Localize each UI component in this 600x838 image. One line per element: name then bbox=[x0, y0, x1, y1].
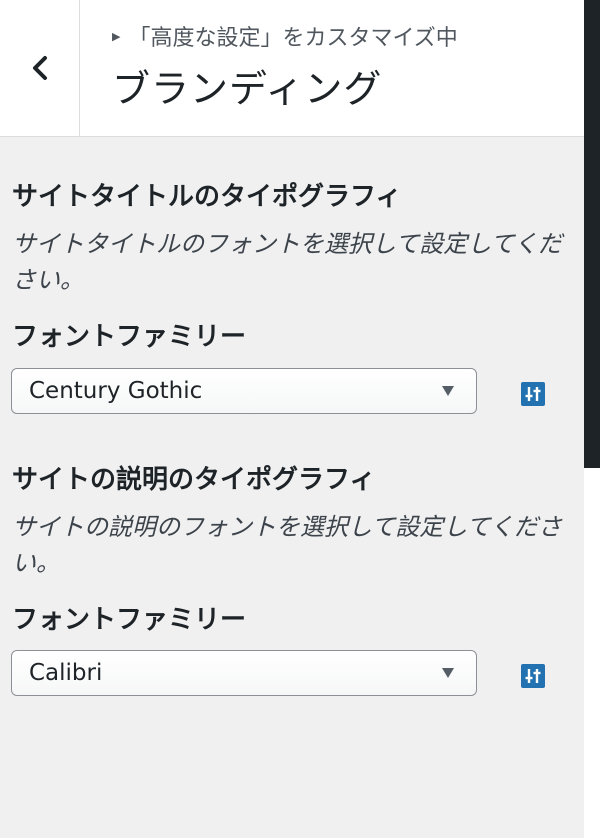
site-description-typography-heading: サイトの説明のタイポグラフィ bbox=[12, 465, 376, 495]
site-description-typography-description: サイトの説明のフォントを選択して設定してください。 bbox=[12, 513, 562, 577]
site-description-font-select[interactable]: Calibri bbox=[11, 650, 477, 696]
breadcrumb-text: 「高度な設定」をカスタマイズ中 bbox=[128, 26, 458, 51]
font-settings-toggle-icon[interactable] bbox=[520, 663, 546, 689]
font-family-label: フォントファミリー bbox=[12, 605, 247, 635]
chevron-left-icon bbox=[32, 56, 47, 80]
site-title-font-value: Century Gothic bbox=[29, 378, 203, 404]
preview-scroll-edge bbox=[584, 0, 600, 468]
site-title-typography-description: サイトタイトルのフォントを選択して設定してください。 bbox=[12, 230, 562, 294]
font-family-label: フォントファミリー bbox=[12, 322, 247, 352]
site-description-font-value: Calibri bbox=[29, 660, 103, 686]
site-title-typography-heading: サイトタイトルのタイポグラフィ bbox=[12, 182, 402, 212]
back-button[interactable] bbox=[0, 0, 80, 136]
site-title-font-select[interactable]: Century Gothic bbox=[11, 368, 477, 414]
page-title: ブランディング bbox=[112, 67, 383, 111]
breadcrumb: ▶ 「高度な設定」をカスタマイズ中 bbox=[112, 20, 458, 52]
section-header: ▶ 「高度な設定」をカスタマイズ中 ブランディング bbox=[0, 0, 584, 137]
customizer-panel: ▶ 「高度な設定」をカスタマイズ中 ブランディング サイトタイトルのタイポグラフ… bbox=[0, 0, 584, 838]
triangle-right-icon: ▶ bbox=[112, 29, 121, 43]
dropdown-arrow-icon bbox=[442, 668, 454, 678]
font-settings-toggle-icon[interactable] bbox=[520, 381, 546, 407]
dropdown-arrow-icon bbox=[442, 386, 454, 396]
